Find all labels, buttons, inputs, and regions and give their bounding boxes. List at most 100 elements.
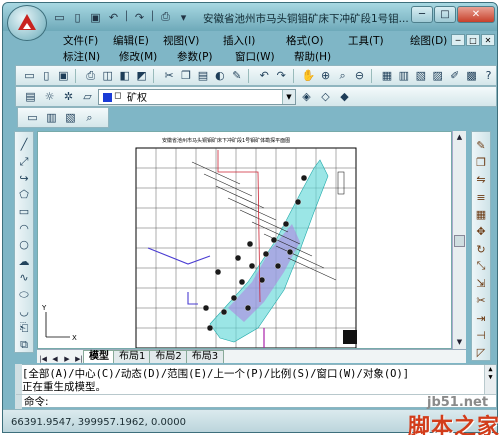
scroll-down-icon[interactable]: ▼: [454, 337, 465, 348]
layer-previous-icon[interactable]: ◇: [317, 89, 334, 105]
open-icon[interactable]: ▯: [39, 68, 54, 84]
paste-icon[interactable]: ▤: [195, 68, 210, 84]
match-icon[interactable]: ◐: [212, 68, 227, 84]
application-menu-button[interactable]: [7, 5, 47, 41]
doc-close-button[interactable]: ✕: [481, 34, 495, 46]
copy-icon[interactable]: ❐: [179, 68, 194, 84]
line-icon[interactable]: ╱: [16, 138, 32, 152]
chamfer-icon[interactable]: ◸: [473, 346, 489, 360]
break-icon[interactable]: ⊣: [473, 328, 489, 342]
scroll-thumb[interactable]: [454, 235, 465, 247]
zoom-window-icon[interactable]: ⌕: [335, 68, 350, 84]
workspace-save-icon[interactable]: ▧: [62, 110, 79, 126]
make-current-layer-icon[interactable]: ◈: [298, 89, 315, 105]
layer-lock-icon[interactable]: ▱: [79, 89, 96, 105]
new-icon[interactable]: ▭: [22, 68, 37, 84]
trim-icon[interactable]: ✂: [473, 294, 489, 308]
scroll-up-icon[interactable]: ▲: [454, 132, 465, 143]
offset-icon[interactable]: ≡: [473, 190, 489, 204]
qat-new-icon[interactable]: ▭: [51, 8, 68, 26]
qat-plot-icon[interactable]: ⎙: [157, 8, 174, 26]
qat-undo-icon[interactable]: ↶: [105, 8, 122, 26]
copy-object-icon[interactable]: ❐: [473, 155, 489, 169]
print-icon[interactable]: ⎙: [83, 68, 98, 84]
construction-line-icon[interactable]: ⤢: [16, 155, 32, 169]
markup-icon[interactable]: ✐: [447, 68, 462, 84]
toolpalette-icon[interactable]: ▧: [413, 68, 428, 84]
lightbulb-icon[interactable]: ☼: [41, 89, 58, 105]
minimize-button[interactable]: ─: [411, 6, 433, 23]
qat-open-icon[interactable]: ▯: [69, 8, 86, 26]
tab-prev-icon[interactable]: ◀: [49, 355, 61, 363]
vertical-scrollbar[interactable]: ▲ ▼: [452, 131, 466, 349]
qat-redo-icon[interactable]: ↷: [131, 8, 148, 26]
close-button[interactable]: ✕: [457, 6, 495, 23]
stretch-icon[interactable]: ⇲: [473, 277, 489, 291]
sun-icon[interactable]: ✲: [60, 89, 77, 105]
menu-modify[interactable]: 修改(M): [111, 49, 169, 64]
tab-layout1[interactable]: 布局1: [113, 350, 152, 363]
arc-icon[interactable]: ◠: [16, 221, 32, 235]
plot-icon[interactable]: ◩: [134, 68, 149, 84]
zoom-realtime-icon[interactable]: ⊕: [318, 68, 333, 84]
rotate-icon[interactable]: ↻: [473, 242, 489, 256]
workspace-icon[interactable]: ▭: [24, 110, 41, 126]
insert-block-icon[interactable]: ⎗: [16, 321, 32, 335]
pan-icon[interactable]: ✋: [301, 68, 316, 84]
help-icon[interactable]: ?: [481, 68, 496, 84]
scale-icon[interactable]: ⤡: [473, 259, 489, 273]
layer-states-icon[interactable]: ◆: [336, 89, 353, 105]
menu-edit[interactable]: 编辑(E): [105, 33, 155, 48]
cut-icon[interactable]: ✂: [162, 68, 177, 84]
menu-parametric[interactable]: 参数(P): [169, 49, 227, 64]
tab-layout2[interactable]: 布局2: [149, 350, 188, 363]
menu-window[interactable]: 窗口(W): [227, 49, 286, 64]
maximize-button[interactable]: □: [434, 6, 456, 23]
tab-layout3[interactable]: 布局3: [185, 350, 225, 363]
menu-insert[interactable]: 插入(I): [215, 33, 278, 48]
polyline-icon[interactable]: ↪: [16, 172, 32, 186]
publish-icon[interactable]: ◧: [117, 68, 132, 84]
ellipse-arc-icon[interactable]: ◡: [16, 305, 32, 319]
preview-icon[interactable]: ◫: [100, 68, 115, 84]
extend-icon[interactable]: ⇥: [473, 311, 489, 325]
move-icon[interactable]: ✥: [473, 225, 489, 239]
menu-dimension[interactable]: 标注(N): [55, 49, 111, 64]
tab-first-icon[interactable]: |◀: [37, 355, 49, 363]
layer-dropdown[interactable]: ◻ 矿权 ▼: [98, 88, 296, 105]
redo-icon[interactable]: ↷: [274, 68, 289, 84]
qat-save-icon[interactable]: ▣: [87, 8, 104, 26]
make-block-icon[interactable]: ⧉: [16, 338, 32, 352]
save-icon[interactable]: ▣: [56, 68, 71, 84]
circle-icon[interactable]: ○: [16, 238, 32, 252]
revision-cloud-icon[interactable]: ☁: [16, 254, 32, 268]
mirror-icon[interactable]: ⇋: [473, 173, 489, 187]
layer-manager-icon[interactable]: ▤: [22, 89, 39, 105]
zoom-previous-icon[interactable]: ⊖: [352, 68, 367, 84]
doc-minimize-button[interactable]: ─: [451, 34, 465, 46]
workspace-zoom-icon[interactable]: ⌕: [81, 110, 98, 126]
sheetset-icon[interactable]: ▨: [430, 68, 445, 84]
undo-icon[interactable]: ↶: [257, 68, 272, 84]
rectangle-icon[interactable]: ▭: [16, 205, 32, 219]
tab-next-icon[interactable]: ▶: [61, 355, 73, 363]
designcenter-icon[interactable]: ▥: [396, 68, 411, 84]
command-input[interactable]: 命令:: [16, 394, 496, 409]
menu-view[interactable]: 视图(V): [155, 33, 215, 48]
chevron-down-icon[interactable]: ▼: [282, 89, 295, 104]
ellipse-icon[interactable]: ⬭: [16, 288, 32, 302]
command-scrollbar[interactable]: ▲ ▼: [484, 365, 496, 394]
drawing-canvas[interactable]: 安徽省池州市马头铜钼矿床下冲矿段1号钼矿体勘探平面图 Y X: [37, 131, 452, 349]
brush-icon[interactable]: ✎: [229, 68, 244, 84]
qat-dropdown-icon[interactable]: ▾: [175, 8, 192, 26]
menu-help[interactable]: 帮助(H): [286, 49, 346, 64]
tab-model[interactable]: 模型: [83, 350, 115, 363]
menu-tools[interactable]: 工具(T): [340, 33, 402, 48]
erase-icon[interactable]: ✎: [473, 138, 489, 152]
doc-restore-button[interactable]: □: [466, 34, 480, 46]
polygon-icon[interactable]: ⬠: [16, 188, 32, 202]
menu-format[interactable]: 格式(O): [278, 33, 340, 48]
properties-icon[interactable]: ▦: [379, 68, 394, 84]
spline-icon[interactable]: ∿: [16, 271, 32, 285]
calc-icon[interactable]: ▩: [464, 68, 479, 84]
